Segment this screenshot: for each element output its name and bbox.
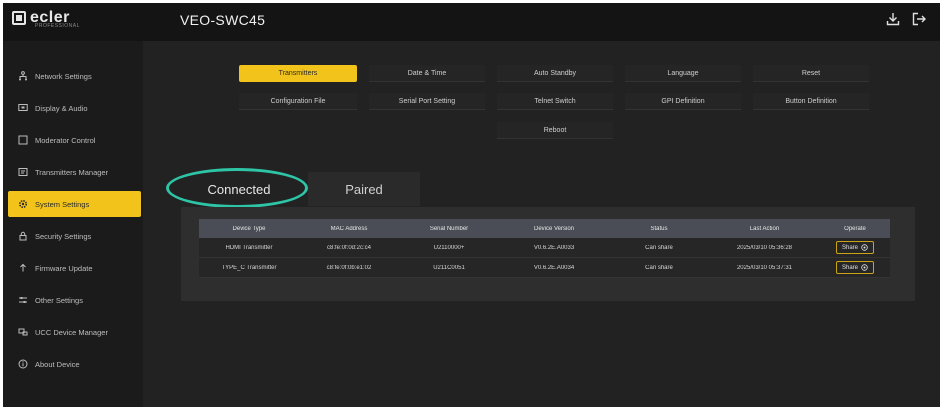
cell-serial-number: U2110000+ <box>433 244 465 251</box>
upload-icon <box>20 263 26 272</box>
tab-gpi-definition[interactable]: GPI Definition <box>625 93 741 110</box>
top-bar: ecler PROFESSIONAL VEO-SWC45 <box>3 3 940 41</box>
ucc-icon <box>18 328 28 336</box>
cell-device-type: HDMI Transmitter <box>225 244 273 251</box>
share-button[interactable]: Share <box>835 261 874 274</box>
table-header-row: Device Type MAC Address Serial Number De… <box>199 219 890 238</box>
logo-mark-icon <box>12 11 26 25</box>
cell-last-action: 2025/03/10 05:37:31 <box>736 264 793 271</box>
tab-paired[interactable]: Paired <box>308 172 420 206</box>
col-header-status: Status <box>650 225 668 232</box>
tab-telnet-switch[interactable]: Telnet Switch <box>497 93 613 110</box>
moderator-icon <box>18 135 28 145</box>
cell-mac-address: c8:fe:0f:0d:2c:c4 <box>326 244 372 251</box>
sidebar-item-ucc-device-manager[interactable]: UCC Device Manager <box>8 319 141 345</box>
sidebar-item-label: System Settings <box>35 199 90 209</box>
transmitter-table-panel: Device Type MAC Address Serial Number De… <box>181 207 915 301</box>
col-header-serial-number: Serial Number <box>429 225 469 232</box>
sidebar-item-network-settings[interactable]: Network Settings <box>8 63 141 89</box>
info-icon <box>18 359 28 369</box>
cell-mac-address: c8:fe:0f:0b:e1:02 <box>326 264 372 271</box>
tab-reset[interactable]: Reset <box>753 65 869 82</box>
sidebar-item-system-settings[interactable]: System Settings <box>8 191 141 217</box>
cell-device-version: V0.6.2E.A0034 <box>533 264 575 271</box>
share-label: Share <box>841 264 858 271</box>
tab-button-definition[interactable]: Button Definition <box>753 93 869 110</box>
device-title: VEO-SWC45 <box>180 12 266 28</box>
cell-device-type: TYPE_C Transmitter <box>221 264 277 271</box>
sidebar-item-firmware-update[interactable]: Firmware Update <box>8 255 141 281</box>
transmitter-table: Device Type MAC Address Serial Number De… <box>199 219 890 278</box>
sidebar-item-label: UCC Device Manager <box>35 327 108 337</box>
gear-icon <box>18 199 28 209</box>
sidebar-item-transmitters-manager[interactable]: Transmitters Manager <box>8 159 141 185</box>
sidebar-item-moderator-control[interactable]: Moderator Control <box>8 127 141 153</box>
cell-device-version: V0.6.2E.A0033 <box>533 244 575 251</box>
transmitter-icon <box>18 168 28 176</box>
col-header-last-action: Last Action <box>749 225 780 232</box>
tab-reboot[interactable]: Reboot <box>497 122 613 139</box>
sidebar-item-label: Display & Audio <box>35 103 88 113</box>
table-row: HDMI Transmitter c8:fe:0f:0d:2c:c4 U2110… <box>199 238 890 258</box>
sidebar: Network Settings Display & Audio Moderat… <box>3 41 143 407</box>
sidebar-item-label: Network Settings <box>35 71 92 81</box>
cell-status: Can share <box>645 244 673 251</box>
sidebar-item-display-audio[interactable]: Display & Audio <box>8 95 141 121</box>
col-header-device-version: Device Version <box>533 225 575 232</box>
sidebar-item-about-device[interactable]: About Device <box>8 351 141 377</box>
lock-icon <box>19 231 27 241</box>
sliders-icon <box>19 297 27 303</box>
share-icon <box>861 264 868 271</box>
sidebar-item-label: Other Settings <box>35 295 83 305</box>
col-header-mac-address: MAC Address <box>330 225 368 232</box>
tab-auto-standby[interactable]: Auto Standby <box>497 65 613 82</box>
share-icon <box>861 244 868 251</box>
tab-transmitters[interactable]: Transmitters <box>239 65 357 82</box>
tab-configuration-file[interactable]: Configuration File <box>239 93 357 110</box>
sidebar-item-label: Moderator Control <box>35 135 96 145</box>
share-button[interactable]: Share <box>835 241 874 254</box>
cell-last-action: 2025/03/10 05:36:28 <box>736 244 793 251</box>
cell-operate: Share <box>820 241 890 254</box>
sidebar-item-label: About Device <box>35 359 80 369</box>
highlight-ring <box>166 168 308 208</box>
col-header-operate: Operate <box>844 225 866 232</box>
sidebar-item-label: Security Settings <box>35 231 92 241</box>
sidebar-item-label: Transmitters Manager <box>35 167 109 177</box>
tab-language[interactable]: Language <box>625 65 741 82</box>
sidebar-item-label: Firmware Update <box>35 263 93 273</box>
app-window: ecler PROFESSIONAL VEO-SWC45 Network Set… <box>3 3 940 407</box>
network-icon <box>19 71 27 81</box>
cell-status: Can share <box>645 264 673 271</box>
logout-icon[interactable] <box>912 12 926 26</box>
tab-date-time[interactable]: Date & Time <box>369 65 485 82</box>
table-row: TYPE_C Transmitter c8:fe:0f:0b:e1:02 U21… <box>199 258 890 278</box>
display-icon <box>18 104 28 111</box>
cell-operate: Share <box>820 261 890 274</box>
sidebar-item-security-settings[interactable]: Security Settings <box>8 223 141 249</box>
download-icon[interactable] <box>886 12 900 26</box>
sidebar-item-other-settings[interactable]: Other Settings <box>8 287 141 313</box>
col-header-device-type: Device Type <box>232 225 266 232</box>
tab-serial-port-setting[interactable]: Serial Port Setting <box>369 93 485 110</box>
brand-subtitle: PROFESSIONAL <box>35 23 80 29</box>
share-label: Share <box>841 244 858 251</box>
cell-serial-number: U211C0051 <box>433 264 465 271</box>
